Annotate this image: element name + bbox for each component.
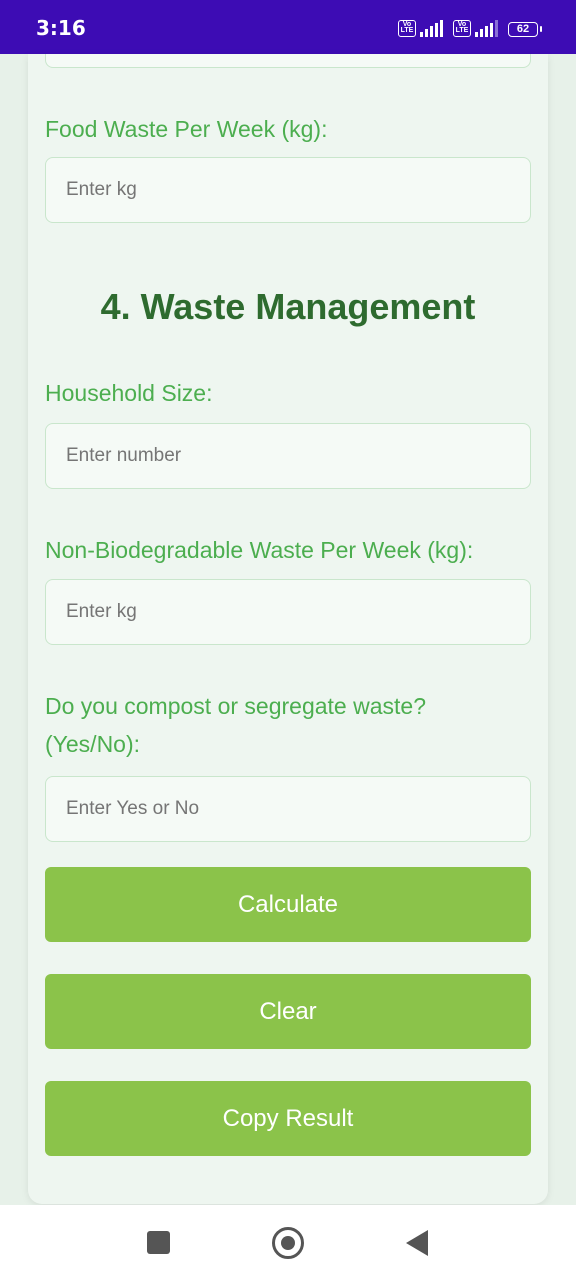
signal-strength-icon	[420, 20, 443, 37]
food-waste-input[interactable]	[45, 157, 531, 223]
status-icons: Vo LTE Vo LTE 62	[398, 20, 542, 37]
back-triangle-icon[interactable]	[406, 1230, 428, 1256]
compost-label: Do you compost or segregate waste? (Yes/…	[45, 693, 426, 757]
square-icon[interactable]	[147, 1231, 170, 1254]
section-title-waste-management: 4. Waste Management	[100, 286, 476, 327]
household-size-input[interactable]	[45, 423, 531, 489]
calculate-button[interactable]: Calculate	[45, 867, 531, 942]
navigation-bar	[0, 1205, 576, 1280]
non-bio-waste-label: Non-Biodegradable Waste Per Week (kg):	[45, 537, 474, 563]
non-bio-waste-input[interactable]	[45, 579, 531, 645]
signal-strength-icon-sim2	[475, 20, 498, 37]
clear-button[interactable]: Clear	[45, 974, 531, 1049]
calculator-card: Food Waste Per Week (kg): 4. Waste Manag…	[28, 54, 548, 1204]
battery-icon: 62	[508, 22, 542, 37]
status-bar: 3:16 Vo LTE Vo LTE 62	[0, 0, 576, 54]
household-size-label: Household Size:	[45, 380, 213, 406]
volte-icon: Vo LTE	[398, 20, 416, 37]
copy-result-button[interactable]: Copy Result	[45, 1081, 531, 1156]
previous-input-field-edge[interactable]	[45, 54, 531, 68]
home-circle-icon[interactable]	[272, 1227, 304, 1259]
status-time: 3:16	[36, 16, 86, 40]
compost-input[interactable]	[45, 776, 531, 842]
volte-icon-sim2: Vo LTE	[453, 20, 471, 37]
food-waste-label: Food Waste Per Week (kg):	[45, 116, 328, 142]
